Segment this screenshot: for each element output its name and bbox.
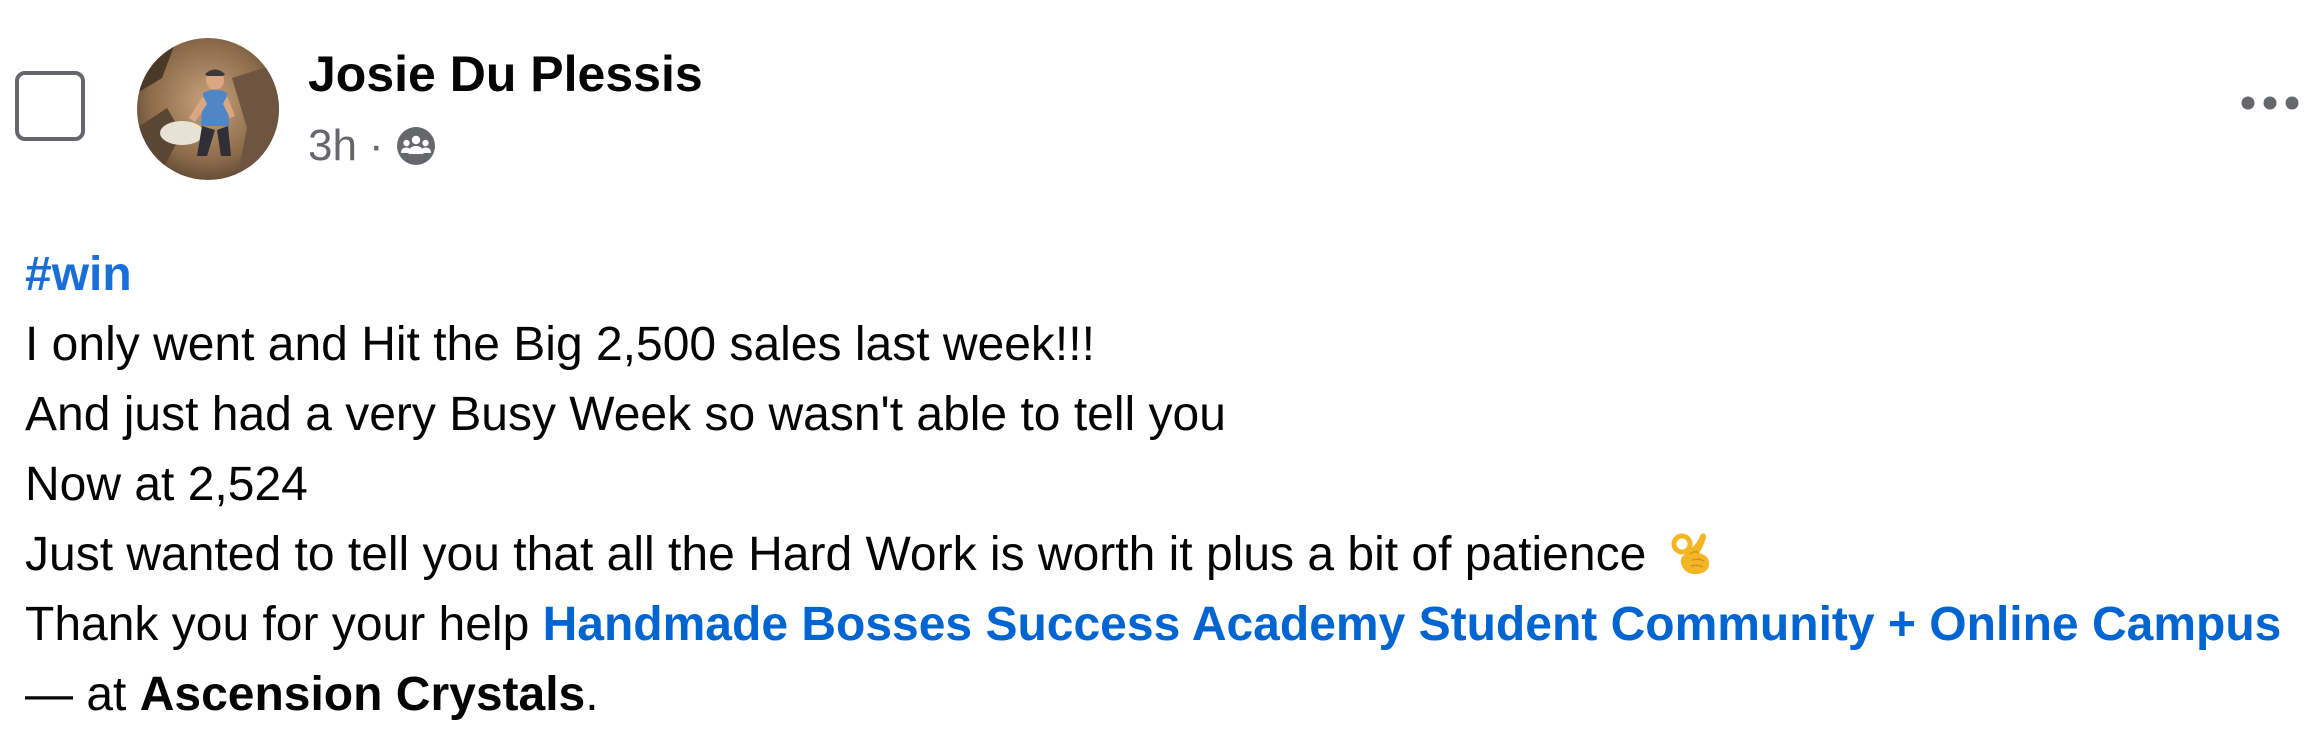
more-options-button[interactable] — [2238, 78, 2302, 128]
avatar[interactable] — [137, 38, 279, 180]
meta-separator: · — [368, 121, 384, 170]
ok-hand-emoji — [1666, 528, 1716, 578]
post-timestamp[interactable]: 3h — [308, 121, 357, 171]
post-meta: 3h · — [308, 118, 438, 174]
author-name[interactable]: Josie Du Plessis — [308, 42, 703, 106]
post-body: #win I only went and Hit the Big 2,500 s… — [25, 240, 2305, 730]
group-link[interactable]: Handmade Bosses Success Academy Student … — [543, 598, 2282, 651]
post-line: Thank you for your help Handmade Bosses … — [25, 590, 2305, 730]
post-line: Just wanted to tell you that all the Har… — [25, 520, 2305, 590]
select-checkbox[interactable] — [15, 71, 85, 141]
more-options-icon — [2241, 96, 2299, 110]
end-punctuation: . — [585, 668, 599, 721]
group-icon[interactable] — [394, 124, 438, 168]
at-text: — at — [25, 668, 140, 721]
post-line-text: Thank you for your help — [25, 598, 543, 651]
post-line: I only went and Hit the Big 2,500 sales … — [25, 318, 1095, 371]
post-line: And just had a very Busy Week so wasn't … — [25, 388, 1226, 441]
post-line-text: Just wanted to tell you that all the Har… — [25, 528, 1647, 581]
post-line-hashtag: #win — [25, 240, 2305, 310]
hashtag-link[interactable]: #win — [25, 248, 132, 301]
post-card: Josie Du Plessis 3h · #win I only went a… — [0, 0, 2318, 754]
location-link[interactable]: Ascension Crystals — [140, 668, 586, 721]
post-line: Now at 2,524 — [25, 458, 308, 511]
